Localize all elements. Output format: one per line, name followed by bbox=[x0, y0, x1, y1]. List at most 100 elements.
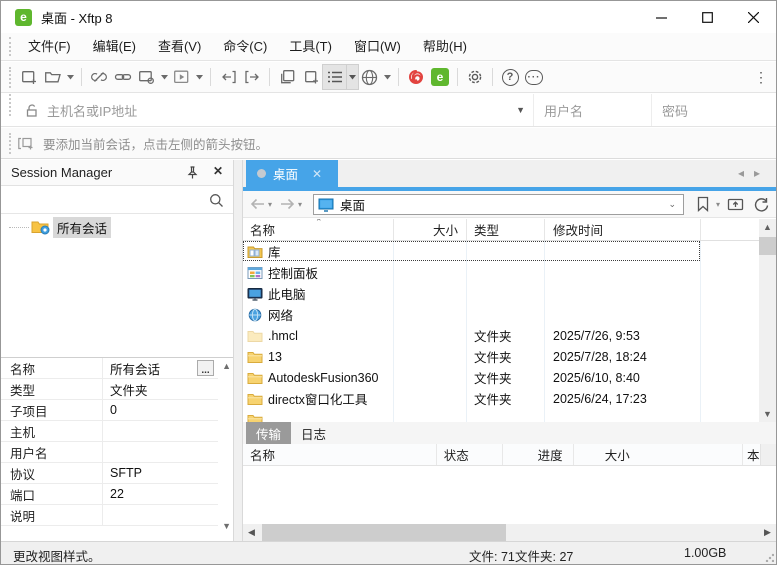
property-row: 主机 bbox=[1, 421, 233, 442]
path-dropdown-icon[interactable]: ⌄ bbox=[668, 199, 676, 210]
property-value[interactable]: 22 bbox=[103, 487, 233, 501]
back-history-icon[interactable]: ▾ bbox=[268, 200, 272, 209]
transfer-tab-1[interactable]: 日志 bbox=[291, 422, 336, 444]
table-row[interactable]: 13 文件夹 2025/7/28, 18:24 bbox=[243, 346, 759, 367]
connect-icon[interactable] bbox=[111, 65, 135, 89]
transfer-column-3[interactable]: 大小 bbox=[574, 444, 744, 465]
transfer-column-4[interactable]: 本 bbox=[743, 444, 760, 465]
toolbar-overflow-icon[interactable]: ⋮ bbox=[754, 69, 768, 86]
disconnect-icon[interactable] bbox=[87, 65, 111, 89]
scroll-right-icon[interactable]: ▶ bbox=[759, 524, 776, 541]
run-icon[interactable] bbox=[170, 65, 194, 89]
feedback-icon[interactable]: ··· bbox=[522, 65, 546, 89]
duplicate-window-icon[interactable] bbox=[275, 65, 299, 89]
toolbar-gripper[interactable] bbox=[9, 66, 13, 88]
table-row[interactable]: 此电脑 bbox=[243, 283, 759, 304]
transfer-column-1[interactable]: 状态 bbox=[437, 444, 503, 465]
transfer-column-2[interactable]: 进度 bbox=[503, 444, 574, 465]
menu-item-2[interactable]: 查看(V) bbox=[147, 33, 212, 60]
connectbar-gripper[interactable] bbox=[9, 94, 13, 117]
hintbar-gripper[interactable] bbox=[9, 132, 13, 154]
table-row[interactable]: 库 bbox=[243, 241, 759, 262]
transfer-left-icon[interactable] bbox=[216, 65, 240, 89]
open-session-dropdown-icon[interactable] bbox=[65, 65, 76, 89]
minimize-button[interactable] bbox=[638, 1, 684, 33]
parent-folder-icon[interactable] bbox=[727, 196, 744, 212]
maximize-button[interactable] bbox=[684, 1, 730, 33]
menu-item-3[interactable]: 命令(C) bbox=[212, 33, 278, 60]
session-manager-close-icon[interactable]: ✕ bbox=[213, 164, 223, 178]
pin-icon[interactable] bbox=[186, 165, 199, 180]
bookmark-dropdown-icon[interactable]: ▾ bbox=[716, 200, 720, 209]
properties-scrollbar[interactable]: ▲ ▼ bbox=[218, 358, 233, 541]
file-list-scrollbar[interactable]: ▲ ▼ bbox=[759, 219, 776, 422]
horizontal-scrollbar[interactable]: ◀ ▶ bbox=[243, 524, 776, 541]
scroll-up-icon[interactable]: ▲ bbox=[222, 361, 231, 371]
resize-grip[interactable] bbox=[765, 553, 774, 562]
menu-item-0[interactable]: 文件(F) bbox=[17, 33, 82, 60]
tab-label: 桌面 bbox=[273, 168, 299, 182]
encoding-globe-icon[interactable] bbox=[358, 65, 382, 89]
session-properties-dropdown-icon[interactable] bbox=[159, 65, 170, 89]
property-value[interactable]: 0 bbox=[103, 403, 233, 417]
view-style-icon[interactable] bbox=[322, 64, 348, 90]
transfer-right-icon[interactable] bbox=[240, 65, 264, 89]
xshell-icon[interactable] bbox=[404, 65, 428, 89]
new-session-icon[interactable] bbox=[17, 65, 41, 89]
sessions-folder-icon bbox=[31, 219, 50, 235]
menubar-gripper[interactable] bbox=[9, 37, 13, 56]
table-row[interactable]: 网络 bbox=[243, 304, 759, 325]
menu-item-4[interactable]: 工具(T) bbox=[278, 33, 343, 60]
table-row[interactable]: directx窗口化工具 文件夹 2025/6/24, 17:23 bbox=[243, 388, 759, 409]
scrollbar-thumb[interactable] bbox=[759, 237, 776, 255]
menu-item-6[interactable]: 帮助(H) bbox=[412, 33, 478, 60]
host-input[interactable]: 主机名或IP地址 ▼ bbox=[17, 94, 533, 126]
scroll-down-icon[interactable]: ▼ bbox=[222, 521, 231, 531]
menu-item-1[interactable]: 编辑(E) bbox=[82, 33, 147, 60]
encoding-dropdown-icon[interactable] bbox=[382, 65, 393, 89]
table-row[interactable]: AutodeskFusion360 文件夹 2025/6/10, 8:40 bbox=[243, 367, 759, 388]
close-button[interactable] bbox=[730, 1, 776, 33]
file-mtime-cell: 2025/7/26, 9:53 bbox=[545, 325, 701, 346]
forward-icon[interactable] bbox=[279, 196, 296, 212]
back-icon[interactable] bbox=[249, 196, 266, 212]
sort-ascending-icon: ⌃ bbox=[315, 219, 323, 227]
scrollbar-thumb[interactable] bbox=[262, 524, 506, 541]
xftp-icon[interactable]: e bbox=[428, 65, 452, 89]
more-button[interactable]: ... bbox=[197, 360, 214, 376]
help-icon[interactable]: ? bbox=[498, 65, 522, 89]
settings-gear-icon[interactable] bbox=[463, 65, 487, 89]
tree-item-all-sessions[interactable]: 所有会话 bbox=[1, 216, 233, 238]
clone-window-icon[interactable] bbox=[299, 65, 323, 89]
session-search-input[interactable] bbox=[1, 186, 233, 214]
transfer-tab-0[interactable]: 传输 bbox=[246, 422, 292, 444]
column-header-1[interactable]: 大小 bbox=[394, 219, 467, 240]
tab-scroll-arrows[interactable]: ◂▸ bbox=[738, 166, 770, 180]
transfer-column-0[interactable]: 名称 bbox=[243, 444, 437, 465]
forward-history-icon[interactable]: ▾ bbox=[298, 200, 302, 209]
table-row[interactable]: 控制面板 bbox=[243, 262, 759, 283]
bookmark-icon[interactable] bbox=[696, 196, 710, 212]
column-header-2[interactable]: 类型 bbox=[467, 219, 545, 240]
view-style-dropdown-icon[interactable] bbox=[346, 64, 359, 90]
tab-desktop[interactable]: 桌面 ✕ bbox=[246, 160, 338, 187]
scroll-up-icon[interactable]: ▲ bbox=[759, 222, 776, 232]
path-combo[interactable]: 桌面 ⌄ bbox=[313, 194, 684, 215]
table-row[interactable] bbox=[243, 409, 759, 422]
property-value[interactable]: 文件夹 bbox=[103, 380, 233, 399]
session-properties-icon[interactable] bbox=[135, 65, 159, 89]
refresh-icon[interactable] bbox=[753, 196, 770, 212]
run-dropdown-icon[interactable] bbox=[194, 65, 205, 89]
scroll-left-icon[interactable]: ◀ bbox=[243, 524, 260, 541]
username-input[interactable]: 用户名 bbox=[533, 94, 651, 126]
open-session-icon[interactable] bbox=[41, 65, 65, 89]
property-value[interactable]: SFTP bbox=[103, 466, 233, 480]
host-dropdown-icon[interactable]: ▼ bbox=[516, 105, 525, 115]
scroll-down-icon[interactable]: ▼ bbox=[759, 409, 776, 419]
menu-item-5[interactable]: 窗口(W) bbox=[343, 33, 412, 60]
column-header-3[interactable]: 修改时间 bbox=[545, 219, 701, 240]
table-row[interactable]: .hmcl 文件夹 2025/7/26, 9:53 bbox=[243, 325, 759, 346]
tab-close-icon[interactable]: ✕ bbox=[312, 167, 322, 181]
add-session-icon[interactable] bbox=[17, 136, 35, 151]
password-input[interactable]: 密码 bbox=[651, 94, 776, 126]
